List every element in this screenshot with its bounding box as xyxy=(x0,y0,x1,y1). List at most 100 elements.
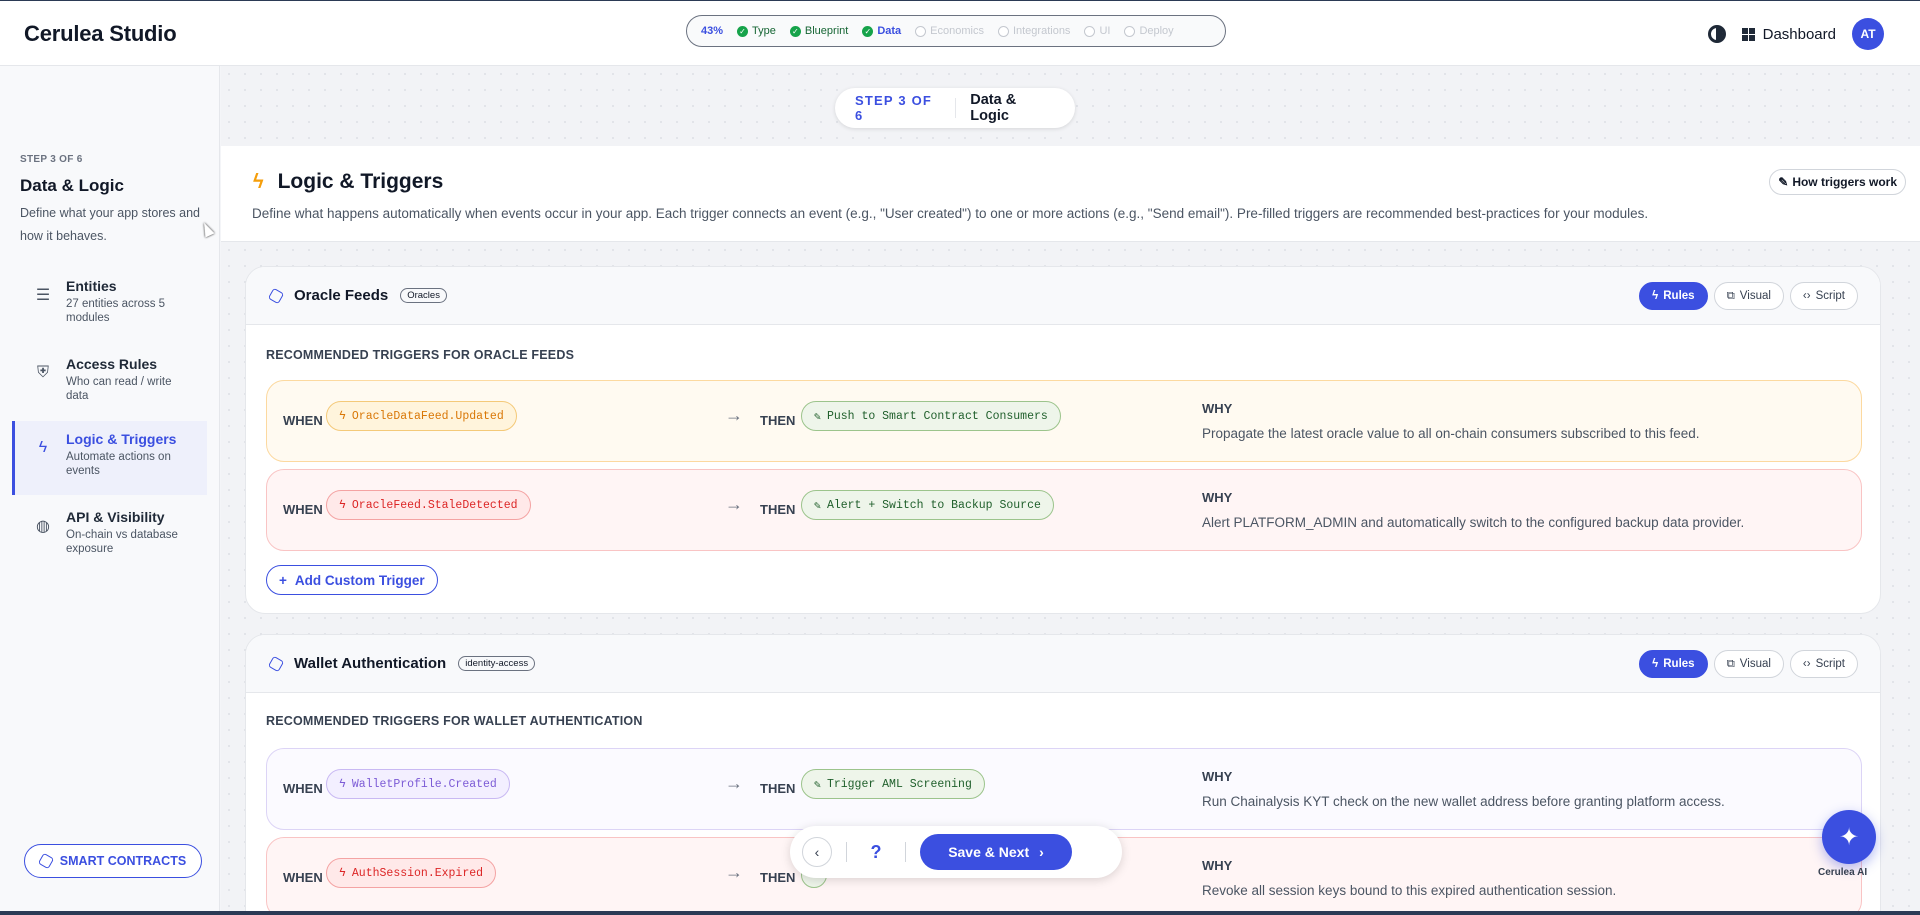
progress-step-integrations: Integrations xyxy=(997,25,1070,37)
code-icon: ‹› xyxy=(1802,290,1811,302)
event-chip[interactable]: ϟ OracleDataFeed.Updated xyxy=(326,401,517,431)
arrow-right-icon: → xyxy=(725,405,743,425)
check-icon: ✓ xyxy=(737,25,749,37)
section-header: ϟ Logic & Triggers Define what happens a… xyxy=(221,146,1920,242)
module-card-oracle-feeds: Oracle Feeds Oracles ϟ Rules ⧉ Visual ‹› Sc… xyxy=(245,266,1881,614)
avatar[interactable]: AT xyxy=(1852,18,1884,50)
sidebar-item-api-visibility[interactable]: ◍ API & Visibility On-chain vs database e… xyxy=(12,499,207,573)
module-header: Oracle Feeds Oracles ϟ Rules ⧉ Visual ‹› Sc… xyxy=(246,267,1880,325)
magic-wand-icon: ✎ xyxy=(814,499,821,513)
chevron-right-icon: › xyxy=(1039,844,1044,860)
tab-rules[interactable]: ϟ Rules xyxy=(1639,282,1708,310)
top-right-actions: Dashboard AT xyxy=(1707,18,1884,50)
theme-toggle-icon[interactable] xyxy=(1707,25,1726,43)
sidebar-title: Data & Logic xyxy=(20,176,124,195)
sidebar-item-entities[interactable]: ☰ Entities 27 entities across 5 modules xyxy=(12,268,207,342)
circle-icon xyxy=(1124,25,1136,37)
wizard-nav-bar: ‹ ? Save & Next › xyxy=(790,826,1122,878)
add-custom-trigger-button[interactable]: + Add Custom Trigger xyxy=(266,565,438,595)
divider xyxy=(905,842,906,862)
progress-step-deploy: Deploy xyxy=(1124,25,1174,37)
magic-wand-icon: ✎ xyxy=(814,778,821,792)
trigger-row[interactable]: WHEN ϟ OracleFeed.StaleDetected → THEN ✎ A… xyxy=(266,469,1862,551)
magic-wand-icon: ✎ xyxy=(1778,175,1789,189)
divider xyxy=(955,98,957,118)
bolt-icon: ϟ xyxy=(1652,290,1659,302)
circle-icon xyxy=(997,25,1009,37)
progress-step-data[interactable]: ✓ Data xyxy=(862,25,901,37)
progress-step-type[interactable]: ✓ Type xyxy=(737,25,776,37)
main-content: STEP 3 OF 6 Data & Logic ϟ Logic & Trigg… xyxy=(221,66,1920,915)
smart-contracts-button[interactable]: SMART CONTRACTS xyxy=(24,844,202,878)
step-indicator: STEP 3 OF 6 Data & Logic xyxy=(835,88,1075,128)
progress-step-economics: Economics xyxy=(915,25,984,37)
bolt-icon: ϟ xyxy=(253,170,264,193)
chevron-left-icon: ‹ xyxy=(814,844,820,860)
circle-icon xyxy=(1084,25,1096,37)
trigger-why: WHY Alert PLATFORM_ADMIN and automaticall… xyxy=(1202,490,1745,530)
module-header: Wallet Authentication identity-access ϟR… xyxy=(246,635,1880,693)
tab-visual[interactable]: ⧉ Visual xyxy=(1713,650,1784,678)
action-chip[interactable]: ✎ Trigger AML Screening xyxy=(801,769,985,799)
back-button[interactable]: ‹ xyxy=(802,837,832,867)
check-icon: ✓ xyxy=(862,25,874,37)
sidebar-description: Define what your app stores and how it b… xyxy=(20,206,200,243)
module-subtitle: RECOMMENDED TRIGGERS FOR WALLET AUTHENTI… xyxy=(266,714,643,728)
top-bar: Cerulea Studio 43% ✓ Type ✓ Blueprint ✓ Dat… xyxy=(0,0,1920,66)
trigger-why: WHY Run Chainalysis KYT check on the new … xyxy=(1202,769,1725,809)
hexagon-icon xyxy=(37,852,54,870)
shield-icon: ⛨ xyxy=(36,364,49,381)
sparkle-icon: ✦ xyxy=(1838,823,1860,851)
tab-visual[interactable]: ⧉ Visual xyxy=(1713,282,1784,310)
page-description: Define what happens automatically when e… xyxy=(252,206,1649,221)
sidebar-item-access-rules[interactable]: ⛨ Access Rules Who can read / write data xyxy=(12,346,207,420)
hexagon-icon xyxy=(267,655,285,672)
plus-icon: + xyxy=(279,572,287,588)
window-edge xyxy=(0,911,1920,915)
tab-script[interactable]: ‹› Script xyxy=(1789,650,1858,678)
sidebar-step: STEP 3 OF 6 xyxy=(20,154,83,165)
grid-icon xyxy=(1741,27,1755,41)
action-chip[interactable]: ✎ Alert + Switch to Backup Source xyxy=(801,490,1054,520)
module-name: Oracle Feeds xyxy=(294,287,389,304)
progress-percent: 43% xyxy=(701,25,724,37)
globe-icon: ◍ xyxy=(36,518,50,535)
view-tabs: ϟ Rules ⧉ Visual ‹› Script xyxy=(1639,650,1858,678)
view-tabs: ϟ Rules ⧉ Visual ‹› Script xyxy=(1639,282,1858,310)
tab-script[interactable]: ‹› Script xyxy=(1789,282,1858,310)
sidebar-item-logic-triggers[interactable]: ϟ Logic & Triggers Automate actions on ev… xyxy=(12,421,207,495)
ai-assistant-button[interactable]: ✦ xyxy=(1822,810,1876,864)
divider xyxy=(846,842,847,862)
flow-icon: ⧉ xyxy=(1726,657,1735,670)
list-icon: ☰ xyxy=(35,287,51,304)
trigger-row[interactable]: WHEN ϟ OracleDataFeed.Updated → THEN ✎ Pus… xyxy=(266,380,1862,462)
bolt-icon: ϟ xyxy=(339,498,346,512)
bolt-icon: ϟ xyxy=(38,439,48,456)
trigger-row[interactable]: WHEN ϟ WalletProfile.Created → THEN ✎ Trig… xyxy=(266,748,1862,830)
module-subtitle: RECOMMENDED TRIGGERS FOR ORACLE FEEDS xyxy=(266,348,575,362)
save-next-button[interactable]: Save & Next › xyxy=(920,834,1072,870)
progress-step-blueprint[interactable]: ✓ Blueprint xyxy=(789,25,848,37)
hexagon-icon xyxy=(267,287,285,304)
check-icon: ✓ xyxy=(789,25,801,37)
dashboard-button[interactable]: Dashboard xyxy=(1741,26,1836,43)
event-chip[interactable]: ϟ WalletProfile.Created xyxy=(326,769,510,799)
progress-step-ui: UI xyxy=(1084,25,1110,37)
how-triggers-work-button[interactable]: ✎ How triggers work xyxy=(1769,169,1906,195)
bolt-icon: ϟ xyxy=(339,409,346,423)
module-tag: Oracles xyxy=(400,288,447,303)
trigger-why: WHY Propagate the latest oracle value to … xyxy=(1202,401,1700,441)
bolt-icon: ϟ xyxy=(339,866,346,880)
bolt-icon: ϟ xyxy=(1652,658,1659,670)
arrow-right-icon: → xyxy=(725,862,743,882)
module-tag: identity-access xyxy=(458,656,536,671)
bolt-icon: ϟ xyxy=(339,777,346,791)
event-chip[interactable]: ϟ OracleFeed.StaleDetected xyxy=(326,490,531,520)
brand-logo[interactable]: Cerulea Studio xyxy=(24,21,177,47)
tab-rules[interactable]: ϟ Rules xyxy=(1639,650,1708,678)
event-chip[interactable]: ϟ AuthSession.Expired xyxy=(326,858,497,888)
help-button[interactable]: ? xyxy=(861,842,891,863)
wizard-progress: 43% ✓ Type ✓ Blueprint ✓ Data Economics Int… xyxy=(686,15,1226,47)
action-chip[interactable]: ✎ Push to Smart Contract Consumers xyxy=(801,401,1061,431)
circle-icon xyxy=(915,25,927,37)
